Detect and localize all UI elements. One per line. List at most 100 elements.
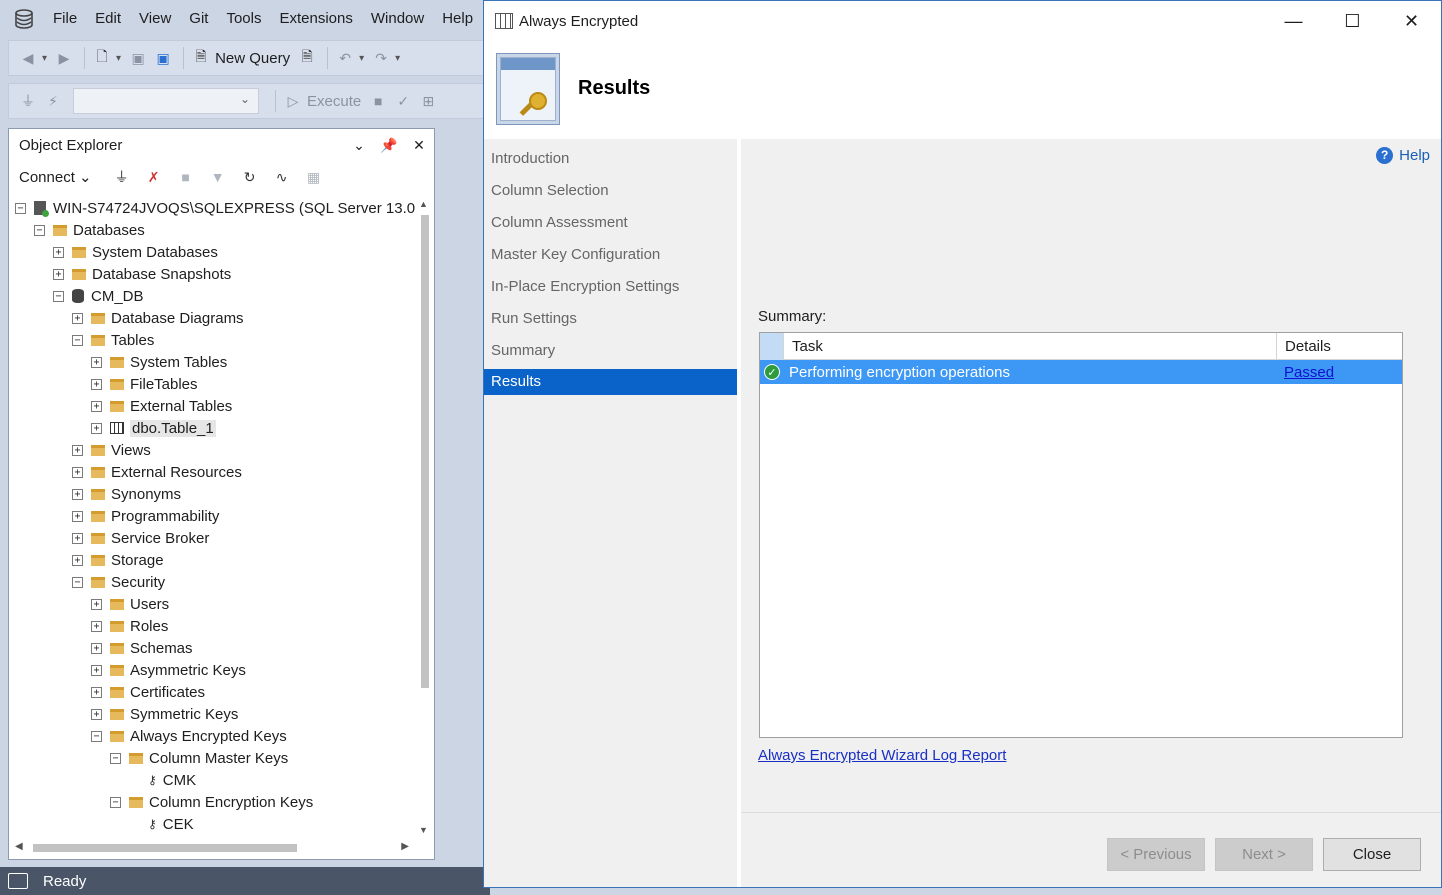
tree-node[interactable]: − Security — [72, 571, 165, 593]
nav-step-column-selection[interactable]: Column Selection — [484, 178, 737, 204]
tree-node[interactable]: − Databases — [34, 219, 145, 241]
collapse-icon[interactable]: − — [34, 224, 45, 236]
expand-icon[interactable]: + — [72, 554, 83, 566]
tree-node[interactable]: + System Tables — [91, 351, 227, 373]
tree-node[interactable]: + System Databases — [53, 241, 218, 263]
scrollbar-thumb[interactable] — [33, 844, 297, 852]
refresh-icon[interactable]: ↻ — [234, 169, 266, 186]
nav-step-master-key-configuration[interactable]: Master Key Configuration — [484, 242, 737, 268]
tree-node[interactable]: − Column Master Keys — [110, 747, 288, 769]
collapse-icon[interactable]: − — [91, 730, 102, 742]
stop-icon[interactable]: ■ — [170, 169, 202, 185]
expand-icon[interactable]: + — [53, 268, 64, 280]
new-query-button[interactable]: 🗎 New Query — [190, 47, 290, 69]
query-icon[interactable]: 🗎 — [296, 47, 318, 69]
nav-step-in-place-encryption-settings[interactable]: In-Place Encryption Settings — [484, 274, 737, 300]
menu-extensions[interactable]: Extensions — [270, 0, 361, 38]
menu-tools[interactable]: Tools — [217, 0, 270, 38]
passed-link[interactable]: Passed — [1284, 364, 1334, 381]
menu-window[interactable]: Window — [362, 0, 433, 38]
expand-icon[interactable]: + — [91, 422, 102, 434]
nav-step-summary[interactable]: Summary — [484, 338, 737, 364]
save-all-icon[interactable]: ▣ — [152, 47, 174, 69]
execute-button[interactable]: ▷ Execute — [282, 90, 362, 112]
connect-icon[interactable]: ⏚ — [17, 90, 39, 112]
expand-icon[interactable]: + — [72, 444, 83, 456]
next-button[interactable]: Next > — [1215, 838, 1313, 871]
wizard-log-report-link[interactable]: Always Encrypted Wizard Log Report — [758, 747, 1006, 764]
expand-icon[interactable]: + — [91, 378, 102, 390]
menu-file[interactable]: File — [44, 0, 86, 38]
back-icon[interactable]: ◀ — [17, 47, 39, 69]
collapse-icon[interactable]: − — [15, 202, 26, 214]
filter-icon[interactable]: ▼ — [202, 169, 234, 185]
change-connection-icon[interactable]: ⚡ — [42, 90, 64, 112]
expand-icon[interactable]: + — [91, 400, 102, 412]
tree-node[interactable]: + Asymmetric Keys — [91, 659, 246, 681]
column-header-details[interactable]: Details — [1277, 333, 1402, 360]
scroll-right-icon[interactable]: ▶ — [401, 841, 409, 852]
chevron-down-icon[interactable]: ⌄ — [344, 137, 374, 154]
menu-help[interactable]: Help — [433, 0, 482, 38]
tree-node[interactable]: − WIN-S74724JVOQS\SQLEXPRESS (SQL Server … — [15, 197, 415, 219]
tree-node[interactable]: + Schemas — [91, 637, 193, 659]
collapse-icon[interactable]: − — [53, 290, 64, 302]
tree-node[interactable]: + Storage — [72, 549, 164, 571]
expand-icon[interactable]: + — [91, 664, 102, 676]
chevron-down-icon[interactable]: ▾ — [395, 53, 400, 64]
help-link[interactable]: ? Help — [1376, 147, 1430, 164]
close-icon[interactable]: ✕ — [404, 137, 434, 154]
parse-check-icon[interactable]: ✓ — [392, 90, 414, 112]
collapse-icon[interactable]: − — [110, 752, 121, 764]
redo-icon[interactable]: ↷ — [370, 47, 392, 69]
tree-node[interactable]: ⚷ CEK — [129, 813, 194, 835]
save-icon[interactable]: ▣ — [127, 47, 149, 69]
horizontal-scrollbar[interactable]: ◀ ▶ — [13, 841, 409, 855]
stop-icon[interactable]: ■ — [367, 90, 389, 112]
collapse-icon[interactable]: − — [72, 576, 83, 588]
menu-git[interactable]: Git — [180, 0, 217, 38]
nav-step-run-settings[interactable]: Run Settings — [484, 306, 737, 332]
tree-node[interactable]: − Tables — [72, 329, 154, 351]
menu-view[interactable]: View — [130, 0, 180, 38]
expand-icon[interactable]: + — [72, 466, 83, 478]
expand-icon[interactable]: + — [91, 356, 102, 368]
tree-node[interactable]: − Always Encrypted Keys — [91, 725, 287, 747]
minimize-button[interactable]: — — [1264, 1, 1323, 41]
tree-node[interactable]: − CM_DB — [53, 285, 144, 307]
plan-icon[interactable]: ⊞ — [417, 90, 439, 112]
scroll-down-icon[interactable]: ▼ — [419, 825, 428, 835]
chevron-down-icon[interactable]: ▾ — [359, 53, 364, 64]
expand-icon[interactable]: + — [91, 642, 102, 654]
previous-button[interactable]: < Previous — [1107, 838, 1205, 871]
scroll-up-icon[interactable]: ▲ — [419, 199, 428, 209]
chevron-down-icon[interactable]: ▾ — [116, 53, 121, 64]
connect-dropdown[interactable]: Connect ⌄ — [19, 168, 92, 186]
table-row[interactable]: ✓ Performing encryption operations Passe… — [760, 360, 1402, 384]
tree-node[interactable]: + Service Broker — [72, 527, 209, 549]
tree-node[interactable]: + External Resources — [72, 461, 242, 483]
scroll-left-icon[interactable]: ◀ — [15, 841, 23, 852]
tree-node[interactable]: + Roles — [91, 615, 168, 637]
maximize-button[interactable]: ☐ — [1323, 1, 1382, 41]
pin-icon[interactable]: 📌 — [374, 137, 404, 154]
undo-icon[interactable]: ↶ — [334, 47, 356, 69]
tree-node[interactable]: + Views — [72, 439, 151, 461]
expand-icon[interactable]: + — [53, 246, 64, 258]
tree-node[interactable]: + Database Diagrams — [72, 307, 244, 329]
menu-edit[interactable]: Edit — [86, 0, 130, 38]
column-header-task[interactable]: Task — [784, 333, 1277, 360]
tree-node[interactable]: + Certificates — [91, 681, 205, 703]
collapse-icon[interactable]: − — [110, 796, 121, 808]
tree-node[interactable]: + Symmetric Keys — [91, 703, 238, 725]
expand-icon[interactable]: + — [72, 488, 83, 500]
expand-icon[interactable]: + — [72, 312, 83, 324]
nav-step-column-assessment[interactable]: Column Assessment — [484, 210, 737, 236]
tree-node[interactable]: ⚷ CMK — [129, 769, 196, 791]
tree-node[interactable]: + Database Snapshots — [53, 263, 231, 285]
nav-step-introduction[interactable]: Introduction — [484, 146, 737, 172]
scrollbar-thumb[interactable] — [421, 215, 429, 688]
new-file-icon[interactable]: 🗋 — [91, 47, 113, 69]
tree-node[interactable]: − Column Encryption Keys — [110, 791, 313, 813]
tree-node[interactable]: + dbo.Table_1 — [91, 417, 216, 439]
